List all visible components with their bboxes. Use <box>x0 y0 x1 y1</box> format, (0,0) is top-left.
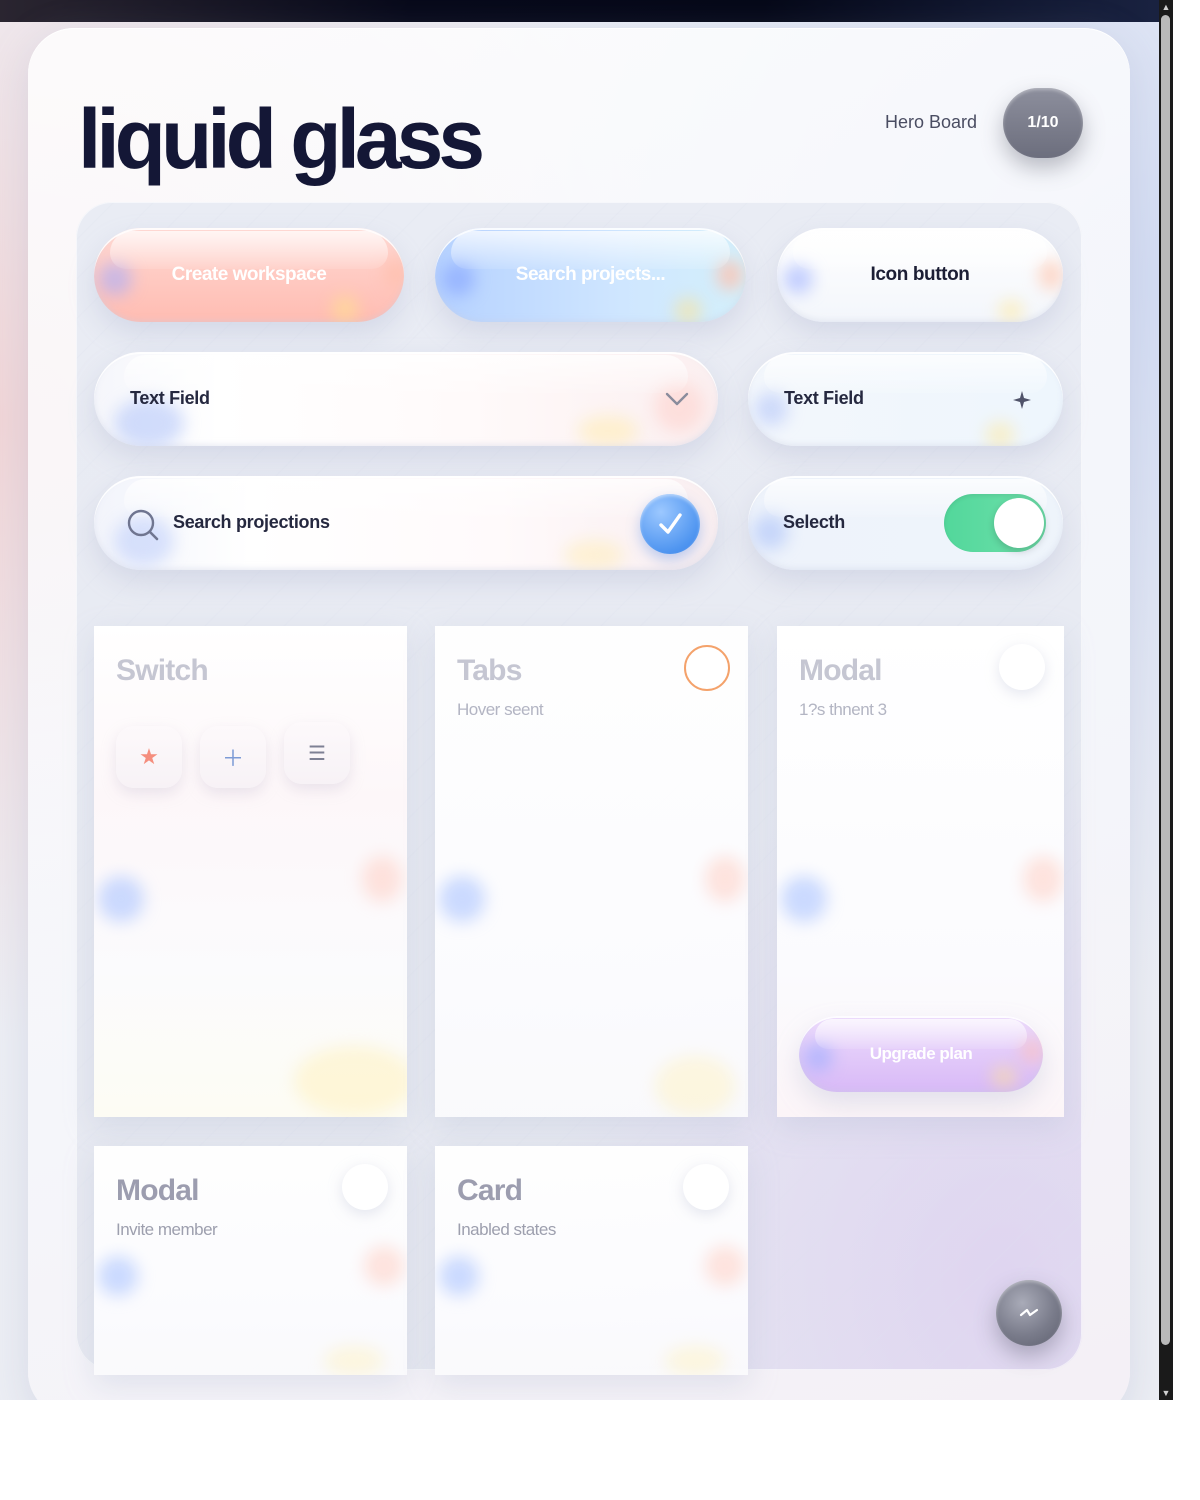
card-title: Modal <box>116 1174 199 1207</box>
create-workspace-label: Create workspace <box>171 264 327 285</box>
radio-ring[interactable] <box>684 645 730 691</box>
toggle-knob <box>994 498 1044 548</box>
card-subtitle: 1?s thnent 3 <box>799 700 887 719</box>
upgrade-plan-button[interactable]: Upgrade plan <box>799 1016 1043 1092</box>
upgrade-plan-label: Upgrade plan <box>869 1044 973 1063</box>
search-value: Search projections <box>173 512 330 532</box>
glass-shell: liquid glass Hero Board 1/10 Create work… <box>28 28 1130 1400</box>
star-icon[interactable]: ★ <box>116 726 182 788</box>
scrollbar-thumb[interactable] <box>1161 15 1170 1345</box>
top-bar <box>0 0 1173 22</box>
scrollbar[interactable]: ▲ ▼ <box>1159 0 1173 1400</box>
hero-board-label: Hero Board <box>885 112 978 132</box>
card-title: Tabs <box>457 654 522 687</box>
card-title: Switch <box>116 654 209 687</box>
search-projects-label: Search projects... <box>515 264 666 285</box>
scroll-down-arrow-icon[interactable]: ▼ <box>1161 1388 1171 1398</box>
card-title: Card <box>457 1174 523 1207</box>
chevron-down-icon[interactable] <box>664 390 690 408</box>
search-icon <box>126 508 160 542</box>
hero-board: Create workspace Search projects... Icon… <box>76 202 1082 1375</box>
switch-card: Switch ★ ＋ ☰ <box>94 626 407 1117</box>
switch-label: Selecth <box>783 512 845 532</box>
text-field-label: Text Field <box>130 388 210 408</box>
card-subtitle: Hover seent <box>457 700 544 719</box>
toggle-switch[interactable] <box>944 494 1046 552</box>
invite-modal-card: Modal Invite member <box>94 1146 407 1375</box>
text-field-label-2: Text Field <box>784 388 864 408</box>
card-dot[interactable] <box>999 644 1045 690</box>
plus-icon[interactable]: ＋ <box>200 726 266 788</box>
app-window: liquid glass Hero Board 1/10 Create work… <box>0 0 1173 1400</box>
select-switch-field: Selecth <box>748 476 1063 570</box>
search-projects-button[interactable]: Search projects... <box>435 228 746 322</box>
card-title: Modal <box>799 654 882 687</box>
icon-button-label: Icon button <box>870 264 970 285</box>
page-title: liquid glass <box>78 92 485 186</box>
page-indicator-button[interactable]: 1/10 <box>1003 88 1083 158</box>
search-projections-field[interactable]: Search projections <box>94 476 718 570</box>
card-dot[interactable] <box>683 1164 729 1210</box>
text-field-dropdown[interactable]: Text Field <box>94 352 718 446</box>
menu-icon[interactable]: ☰ <box>284 722 350 784</box>
check-icon[interactable] <box>640 494 700 554</box>
modal-card: Modal 1?s thnent 3 Upgrade plan <box>777 626 1064 1117</box>
sparkle-icon[interactable] <box>1012 390 1032 410</box>
create-workspace-button[interactable]: Create workspace <box>94 228 404 322</box>
card-subtitle: Inabled states <box>457 1220 556 1239</box>
states-card: Card Inabled states <box>435 1146 748 1375</box>
card-dot[interactable] <box>342 1164 388 1210</box>
wand-icon[interactable] <box>996 1280 1062 1346</box>
tabs-card: Tabs Hover seent <box>435 626 748 1117</box>
text-field-sparkle[interactable]: Text Field <box>748 352 1063 446</box>
card-subtitle: Invite member <box>116 1220 218 1239</box>
icon-button[interactable]: Icon button <box>777 228 1063 322</box>
scroll-up-arrow-icon[interactable]: ▲ <box>1161 2 1171 12</box>
